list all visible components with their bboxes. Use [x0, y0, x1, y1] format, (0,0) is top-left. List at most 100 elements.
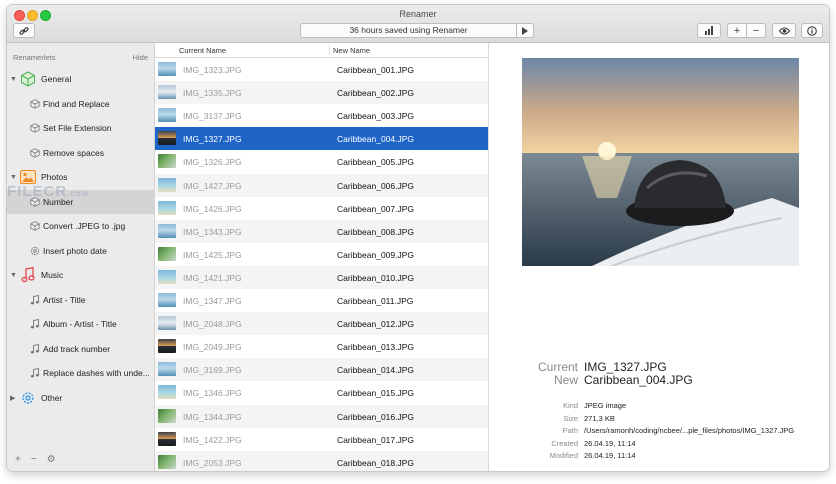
file-row[interactable]: IMG_1421.JPG Caribbean_010.JPG	[155, 265, 488, 289]
file-row[interactable]: IMG_1323.JPG Caribbean_001.JPG	[155, 58, 488, 81]
photo-thumbnail	[158, 154, 176, 169]
file-row[interactable]: IMG_1346.JPG Caribbean_015.JPG	[155, 381, 488, 404]
meta-label-path: Path	[562, 426, 578, 435]
meta-label-size: Size	[563, 413, 578, 423]
sidebar-row-label: Other	[41, 392, 63, 403]
remove-button[interactable]: −	[746, 23, 766, 38]
meta-label-modified: Modified	[549, 451, 578, 460]
sidebar-item-artist-title[interactable]: Artist - Title	[7, 288, 154, 312]
photo-thumbnail	[158, 362, 176, 377]
photo-thumbnail	[158, 246, 176, 261]
file-row[interactable]: IMG_2048.JPG Caribbean_012.JPG	[155, 312, 488, 336]
file-row[interactable]: IMG_1422.JPG Caribbean_017.JPG	[155, 428, 488, 451]
photo-thumbnail	[158, 385, 176, 400]
current-filename: IMG_2048.JPG	[183, 319, 242, 330]
column-header-current[interactable]: Current Name	[179, 46, 226, 55]
cube-small-icon	[29, 123, 40, 134]
file-row[interactable]: IMG_1335.JPG Caribbean_002.JPG	[155, 81, 488, 105]
file-row[interactable]: IMG_1426.JPG Caribbean_007.JPG	[155, 197, 488, 220]
add-renamerlet-button[interactable]: +	[15, 454, 21, 465]
photo-thumbnail	[158, 62, 176, 76]
music-small-icon	[29, 343, 40, 354]
column-header-new[interactable]: New Name	[333, 46, 370, 55]
file-row[interactable]: IMG_1347.JPG Caribbean_011.JPG	[155, 289, 488, 312]
file-row[interactable]: IMG_1427.JPG Caribbean_006.JPG	[155, 173, 488, 197]
new-filename: Caribbean_002.JPG	[337, 88, 415, 99]
new-filename: Caribbean_007.JPG	[337, 203, 415, 214]
link-button[interactable]	[13, 23, 35, 38]
disclosure-expanded-icon[interactable]: ▼	[10, 272, 17, 279]
sidebar-category-general[interactable]: ▼ General	[7, 67, 154, 91]
add-button[interactable]: +	[727, 23, 747, 38]
music-note-icon	[19, 266, 37, 284]
music-small-icon	[29, 294, 40, 305]
status-display: 36 hours saved using Renamer	[300, 23, 517, 38]
sidebar-item-set-file-extension[interactable]: Set File Extension	[7, 116, 154, 140]
disclosure-expanded-icon[interactable]: ▼	[10, 174, 17, 181]
current-filename: IMG_1323.JPG	[183, 65, 242, 75]
sidebar-item-album-artist-title[interactable]: Album - Artist - Title	[7, 312, 154, 336]
sidebar-row-label: Photos	[41, 172, 68, 182]
disclosure-expanded-icon[interactable]: ▼	[10, 76, 17, 83]
info-button[interactable]	[801, 23, 823, 38]
file-row-selected[interactable]: IMG_1327.JPG Caribbean_004.JPG	[155, 127, 488, 151]
current-filename: IMG_1421.JPG	[183, 272, 242, 283]
eye-icon	[778, 27, 790, 34]
cube-icon	[19, 70, 37, 88]
sidebar-item-insert-photo-date[interactable]: Insert photo date	[7, 239, 154, 263]
file-row[interactable]: IMG_1425.JPG Caribbean_009.JPG	[155, 243, 488, 266]
window-title: Renamer	[399, 9, 437, 19]
new-filename: Caribbean_006.JPG	[337, 180, 415, 191]
sidebar-row-label: Replace dashes with unde...	[43, 368, 150, 378]
info-icon	[807, 25, 817, 36]
sidebar-item-convert-jpeg-to-jpg[interactable]: Convert .JPEG to .jpg	[7, 214, 154, 238]
new-value: Caribbean_004.JPG	[584, 373, 693, 387]
meta-label-kind: Kind	[562, 401, 578, 410]
photo-thumbnail	[158, 293, 176, 307]
music-small-icon	[29, 319, 40, 330]
hide-sidebar-button[interactable]: Hide	[133, 53, 148, 62]
new-filename: Caribbean_016.JPG	[337, 411, 415, 422]
current-filename: IMG_3169.JPG	[183, 365, 242, 376]
new-filename: Caribbean_014.JPG	[337, 365, 415, 376]
file-list-header: Current Name New Name	[155, 43, 488, 58]
sidebar-row-label: Insert photo date	[43, 245, 107, 256]
file-row[interactable]: IMG_1344.JPG Caribbean_016.JPG	[155, 404, 488, 428]
play-button[interactable]	[516, 23, 534, 38]
sidebar-item-find-and-replace[interactable]: Find and Replace	[7, 92, 154, 116]
sidebar-row-label: Convert .JPEG to .jpg	[43, 221, 126, 231]
settings-gear-button[interactable]: ⚙	[47, 454, 56, 465]
file-row[interactable]: IMG_1326.JPG Caribbean_005.JPG	[155, 150, 488, 173]
sidebar-category-other[interactable]: ▶ Other	[7, 386, 154, 410]
file-list: Current Name New Name IMG_1323.JPG Caribb…	[155, 43, 488, 471]
renamerlets-sidebar: Renamerlets Hide ▼ General Find and Replac…	[7, 43, 155, 471]
photo-thumbnail	[158, 108, 176, 123]
sidebar-row-label: Music	[41, 270, 64, 280]
sidebar-item-add-track-number[interactable]: Add track number	[7, 337, 154, 361]
sidebar-item-replace-dashes-with-unde[interactable]: Replace dashes with unde...	[7, 361, 154, 385]
sidebar-item-remove-spaces[interactable]: Remove spaces	[7, 141, 154, 165]
bar-chart-icon	[705, 26, 713, 35]
sidebar-category-music[interactable]: ▼ Music	[7, 263, 154, 287]
file-row[interactable]: IMG_3169.JPG Caribbean_014.JPG	[155, 358, 488, 382]
current-filename: IMG_2053.JPG	[183, 457, 242, 468]
photo-thumbnail	[158, 408, 176, 423]
photo-thumbnail	[158, 339, 176, 354]
photo-thumbnail	[158, 316, 176, 331]
meta-label-created: Created	[551, 438, 578, 448]
sidebar-title: Renamerlets	[13, 53, 56, 62]
sidebar-row-label: Remove spaces	[43, 147, 104, 158]
statistics-button[interactable]	[697, 23, 721, 38]
file-row[interactable]: IMG_2053.JPG Caribbean_018.JPG	[155, 450, 488, 471]
new-filename: Caribbean_012.JPG	[337, 319, 415, 330]
disclosure-collapsed-icon[interactable]: ▶	[10, 394, 15, 402]
remove-renamerlet-button[interactable]: −	[31, 454, 37, 465]
file-row[interactable]: IMG_1343.JPG Caribbean_008.JPG	[155, 219, 488, 243]
preview-toggle-button[interactable]	[772, 23, 796, 38]
photo-preview	[522, 58, 799, 266]
current-filename: IMG_2049.JPG	[183, 342, 242, 353]
title-bar: Renamer 36 hours saved using Renamer + −	[7, 5, 829, 43]
file-row[interactable]: IMG_2049.JPG Caribbean_013.JPG	[155, 335, 488, 358]
link-icon	[19, 26, 29, 35]
file-row[interactable]: IMG_3137.JPG Caribbean_003.JPG	[155, 104, 488, 127]
